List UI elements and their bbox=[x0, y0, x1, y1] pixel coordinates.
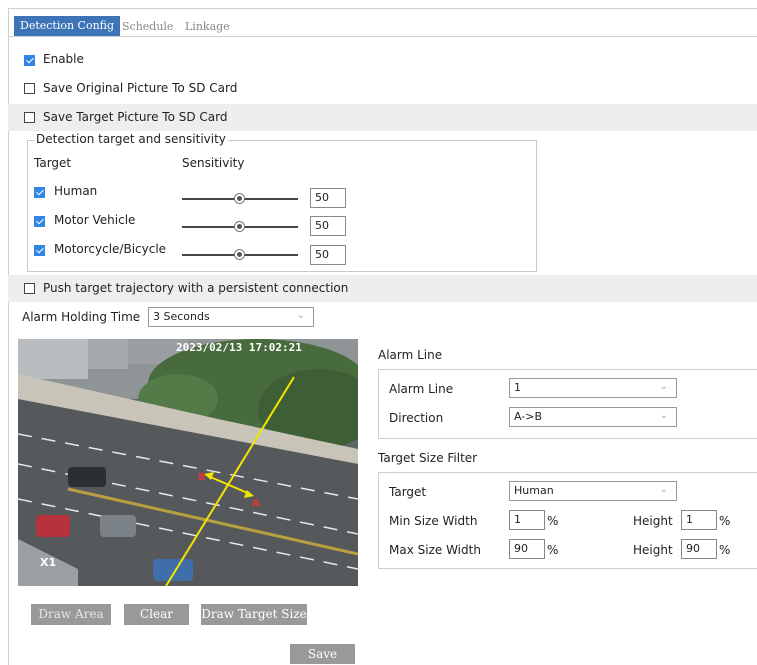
alarm-holding-value: 3 Seconds bbox=[153, 310, 210, 323]
percent-label: % bbox=[719, 543, 731, 557]
enable-label: Enable bbox=[43, 52, 84, 66]
target-column-header: Target bbox=[34, 156, 72, 170]
chevron-down-icon: ⌄ bbox=[296, 310, 305, 321]
marker-a-label: A bbox=[252, 498, 260, 509]
video-timestamp: 2023/02/13 17:02:21 bbox=[176, 341, 302, 354]
video-channel-label: X1 bbox=[40, 556, 56, 569]
tab-bar: Detection Config Schedule Linkage bbox=[8, 8, 757, 37]
alarm-line-title: Alarm Line bbox=[378, 348, 443, 362]
clear-button[interactable]: Clear bbox=[124, 604, 189, 625]
save-original-label: Save Original Picture To SD Card bbox=[43, 81, 238, 95]
percent-label: % bbox=[719, 514, 731, 528]
slider-thumb[interactable] bbox=[234, 249, 245, 260]
detection-group-title: Detection target and sensitivity bbox=[34, 132, 228, 146]
tab-detection-config[interactable]: Detection Config bbox=[14, 16, 121, 36]
push-trajectory-label: Push target trajectory with a persistent… bbox=[43, 281, 349, 295]
alarm-holding-label: Alarm Holding Time bbox=[22, 310, 141, 324]
slider-thumb[interactable] bbox=[234, 193, 245, 204]
push-trajectory-checkbox[interactable] bbox=[24, 283, 35, 294]
alarm-line-select[interactable]: 1 ⌄ bbox=[509, 378, 677, 398]
alarm-holding-select[interactable]: 3 Seconds ⌄ bbox=[148, 307, 314, 327]
draw-area-button[interactable]: Draw Area bbox=[31, 604, 111, 625]
human-sensitivity-input[interactable]: 50 bbox=[310, 188, 346, 208]
min-height-input[interactable]: 1 bbox=[681, 510, 717, 530]
motorcycle-label: Motorcycle/Bicycle bbox=[54, 242, 167, 256]
motorcycle-sensitivity-slider[interactable] bbox=[182, 249, 298, 260]
alarm-line-value: 1 bbox=[514, 381, 521, 394]
video-preview[interactable]: 2023/02/13 17:02:21 X1 B A bbox=[18, 339, 358, 586]
alarm-line-label: Alarm Line bbox=[389, 382, 454, 396]
direction-label: Direction bbox=[389, 411, 444, 425]
motor-vehicle-checkbox[interactable] bbox=[34, 216, 45, 227]
max-width-input[interactable]: 90 bbox=[509, 539, 545, 559]
chevron-down-icon: ⌄ bbox=[659, 410, 668, 421]
percent-label: % bbox=[547, 543, 559, 557]
save-target-label: Save Target Picture To SD Card bbox=[43, 110, 228, 124]
draw-target-size-button[interactable]: Draw Target Size bbox=[201, 604, 307, 625]
target-size-title: Target Size Filter bbox=[378, 451, 478, 465]
max-height-input[interactable]: 90 bbox=[681, 539, 717, 559]
target-size-target-select[interactable]: Human ⌄ bbox=[509, 481, 677, 501]
human-sensitivity-slider[interactable] bbox=[182, 193, 298, 204]
chevron-down-icon: ⌄ bbox=[659, 484, 668, 495]
save-button[interactable]: Save bbox=[290, 644, 355, 664]
max-size-width-label: Max Size Width bbox=[389, 543, 481, 557]
marker-b-label: B bbox=[198, 472, 206, 483]
motorcycle-checkbox[interactable] bbox=[34, 245, 45, 256]
percent-label: % bbox=[547, 514, 559, 528]
target-size-target-label: Target bbox=[389, 485, 427, 499]
target-size-target-value: Human bbox=[514, 484, 554, 497]
human-checkbox[interactable] bbox=[34, 187, 45, 198]
sensitivity-column-header: Sensitivity bbox=[182, 156, 245, 170]
save-target-checkbox[interactable] bbox=[24, 112, 35, 123]
save-original-checkbox[interactable] bbox=[24, 83, 35, 94]
human-label: Human bbox=[54, 184, 98, 198]
max-height-label: Height bbox=[633, 543, 673, 557]
motor-vehicle-sensitivity-slider[interactable] bbox=[182, 221, 298, 232]
slider-thumb[interactable] bbox=[234, 221, 245, 232]
tab-schedule[interactable]: Schedule bbox=[122, 18, 173, 36]
tab-linkage[interactable]: Linkage bbox=[185, 18, 230, 36]
direction-value: A->B bbox=[514, 410, 543, 423]
min-height-label: Height bbox=[633, 514, 673, 528]
min-width-input[interactable]: 1 bbox=[509, 510, 545, 530]
motorcycle-sensitivity-input[interactable]: 50 bbox=[310, 245, 346, 265]
motor-vehicle-sensitivity-input[interactable]: 50 bbox=[310, 216, 346, 236]
motor-vehicle-label: Motor Vehicle bbox=[54, 213, 136, 227]
chevron-down-icon: ⌄ bbox=[659, 381, 668, 392]
min-size-width-label: Min Size Width bbox=[389, 514, 478, 528]
enable-checkbox[interactable] bbox=[24, 55, 35, 66]
direction-select[interactable]: A->B ⌄ bbox=[509, 407, 677, 427]
